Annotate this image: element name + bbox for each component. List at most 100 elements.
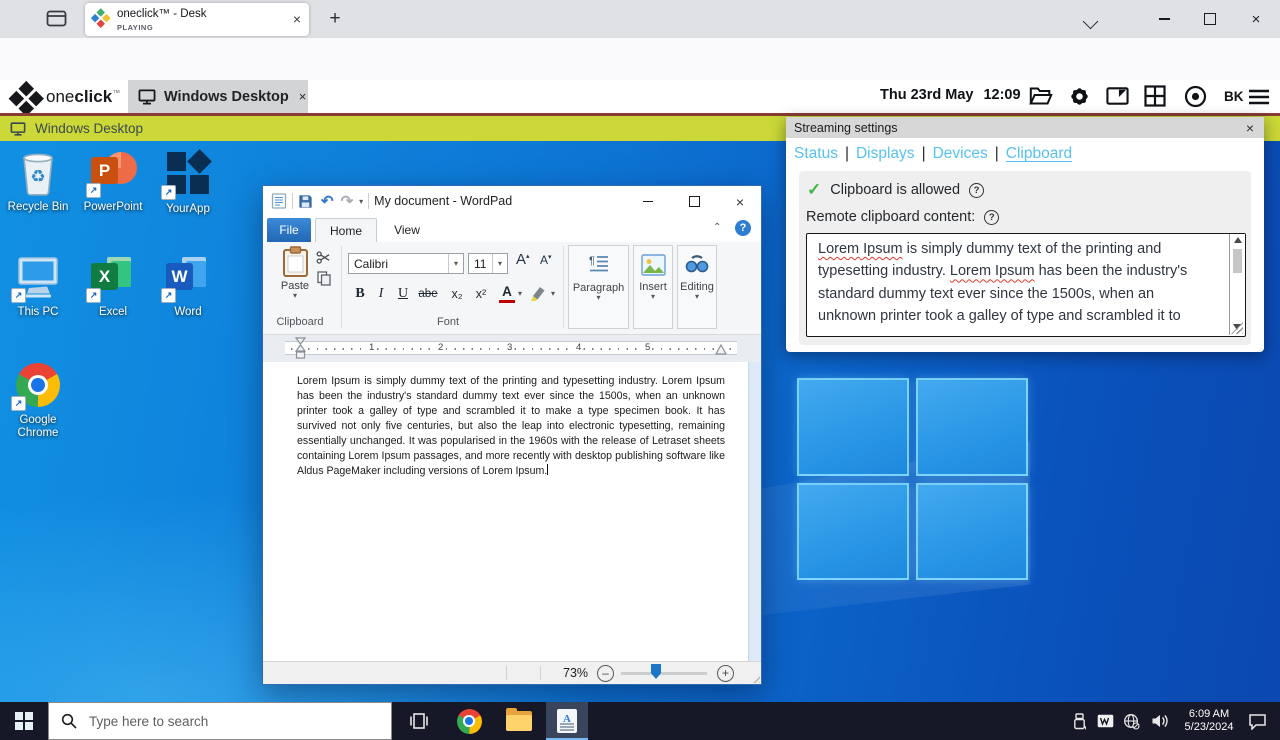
volume-icon[interactable] xyxy=(1146,702,1174,740)
grow-font-button[interactable]: A▴ xyxy=(516,251,530,268)
browser-tab[interactable]: oneclick™ - Desk PLAYING × xyxy=(85,3,309,36)
display-grid-button[interactable] xyxy=(1142,84,1168,108)
record-button[interactable] xyxy=(1182,84,1208,108)
wordpad-tab-file[interactable]: File xyxy=(267,218,311,242)
wordpad-resize-grip[interactable] xyxy=(751,674,760,683)
clock-date: 5/23/2024 xyxy=(1180,721,1238,734)
w-app-tray-icon[interactable] xyxy=(1092,702,1118,740)
ruler[interactable]: 12345 xyxy=(263,335,761,362)
zoom-slider-handle[interactable] xyxy=(651,664,661,679)
panel-header[interactable]: Streaming settings × xyxy=(786,117,1264,138)
highlight-caret[interactable]: ▾ xyxy=(548,283,558,305)
session-tab-close-icon[interactable]: × xyxy=(299,89,307,104)
window-minimize-button[interactable] xyxy=(1144,4,1184,34)
tab-separator: | xyxy=(995,145,999,163)
shrink-font-button[interactable]: A▾ xyxy=(540,253,552,267)
scroll-up-icon[interactable] xyxy=(1234,237,1242,243)
taskbar-chrome-icon[interactable] xyxy=(448,702,490,740)
taskbar-explorer-icon[interactable] xyxy=(498,702,540,740)
desktop-icon-chrome[interactable]: ↗ Google Chrome xyxy=(0,363,76,440)
strikethrough-button[interactable]: abe xyxy=(415,283,441,305)
zoom-out-button[interactable]: – xyxy=(597,665,614,682)
panel-tab-status[interactable]: Status xyxy=(794,145,838,163)
taskbar-clock[interactable]: 6:09 AM 5/23/2024 xyxy=(1180,708,1238,734)
wordpad-titlebar[interactable]: ↶ ↷ ▾ My document - WordPad × xyxy=(263,186,761,216)
wordpad-ribbon-tabs: File Home View ⌃ ? xyxy=(263,216,761,242)
wordpad-tab-view[interactable]: View xyxy=(379,218,435,242)
superscript-button[interactable]: x² xyxy=(471,283,491,305)
brand-one: one xyxy=(46,87,74,106)
panel-tab-displays[interactable]: Displays xyxy=(856,145,915,163)
font-color-caret[interactable]: ▾ xyxy=(515,283,525,305)
underline-button[interactable]: U xyxy=(395,283,411,305)
desktop-icon-this-pc[interactable]: ↗ This PC xyxy=(0,255,76,319)
desktop-icon-excel[interactable]: X ↗ Excel xyxy=(75,255,151,319)
tab-close-icon[interactable]: × xyxy=(293,10,301,28)
document-area[interactable]: Lorem Ipsum is simply dummy text of the … xyxy=(263,362,761,661)
remote-clipboard-label: Remote clipboard content: xyxy=(806,209,975,225)
task-view-button[interactable] xyxy=(398,702,440,740)
help-icon[interactable]: ? xyxy=(969,183,984,198)
bold-button[interactable]: B xyxy=(351,283,369,305)
wordpad-maximize-button[interactable] xyxy=(679,192,709,211)
taskbar-search[interactable]: Type here to search xyxy=(48,702,392,740)
undo-button[interactable]: ↶ xyxy=(321,192,334,210)
fullscreen-button[interactable] xyxy=(1104,84,1130,108)
panel-close-icon[interactable]: × xyxy=(1246,120,1254,136)
zoom-in-button[interactable]: + xyxy=(717,665,734,682)
wordpad-window[interactable]: ↶ ↷ ▾ My document - WordPad × File Home … xyxy=(262,185,762,685)
taskbar-wordpad-icon[interactable]: A xyxy=(546,702,588,740)
paragraph-button[interactable]: ¶ Paragraph ▾ xyxy=(568,245,629,329)
wordpad-close-button[interactable]: × xyxy=(725,192,755,211)
network-globe-icon[interactable] xyxy=(1118,702,1144,740)
ribbon-collapse-chevron[interactable]: ⌃ xyxy=(713,222,721,233)
highlight-button[interactable] xyxy=(529,285,547,302)
editing-button[interactable]: Editing ▾ xyxy=(677,245,717,329)
start-button[interactable] xyxy=(0,702,48,740)
font-name-select[interactable]: Calibri ▾ xyxy=(348,253,464,274)
indent-marker-right[interactable] xyxy=(715,344,727,355)
redo-button[interactable]: ↷ xyxy=(341,192,354,210)
window-maximize-button[interactable] xyxy=(1190,4,1230,34)
tab-overflow-chevron[interactable] xyxy=(1070,8,1110,38)
window-close-button[interactable]: × xyxy=(1236,4,1276,34)
font-color-button[interactable]: A xyxy=(499,283,515,303)
help-icon[interactable]: ? xyxy=(984,210,999,225)
document-scrollbar[interactable] xyxy=(748,362,761,661)
wordpad-help-button[interactable]: ? xyxy=(735,220,751,236)
desktop-icon-recycle-bin[interactable]: ♻ Recycle Bin xyxy=(0,150,76,214)
indent-marker-left[interactable] xyxy=(295,337,306,359)
settings-button[interactable] xyxy=(1066,84,1092,108)
subscript-button[interactable]: x₂ xyxy=(447,283,467,305)
panel-tab-devices[interactable]: Devices xyxy=(933,145,988,163)
zoom-slider-track[interactable] xyxy=(621,672,707,675)
save-button[interactable] xyxy=(298,194,313,209)
paste-button[interactable]: Paste ▾ xyxy=(275,246,315,300)
scroll-thumb[interactable] xyxy=(1233,249,1242,273)
tab-separator: | xyxy=(922,145,926,163)
desktop-icon-word[interactable]: W ↗ Word xyxy=(150,255,226,319)
oneclick-menu-button[interactable] xyxy=(1246,85,1272,109)
new-tab-button[interactable]: + xyxy=(322,6,348,32)
search-placeholder: Type here to search xyxy=(89,714,208,729)
wordpad-minimize-button[interactable] xyxy=(633,192,663,211)
session-tab[interactable]: Windows Desktop × xyxy=(128,80,308,113)
italic-button[interactable]: I xyxy=(373,283,389,305)
shortcut-arrow-icon: ↗ xyxy=(161,288,176,303)
action-center-icon[interactable] xyxy=(1240,702,1274,740)
font-size-select[interactable]: 11 ▾ xyxy=(468,253,508,274)
files-button[interactable] xyxy=(1028,84,1054,108)
quick-access-dropdown[interactable]: ▾ xyxy=(359,197,363,206)
wordpad-tab-home[interactable]: Home xyxy=(315,218,377,243)
copy-button[interactable] xyxy=(317,271,331,286)
user-initials[interactable]: BK xyxy=(1224,89,1244,104)
insert-button[interactable]: Insert ▾ xyxy=(633,245,673,329)
cut-button[interactable] xyxy=(316,250,331,265)
desktop-icon-powerpoint[interactable]: P ↗ PowerPoint xyxy=(75,150,151,214)
firefox-view-icon[interactable] xyxy=(46,9,67,28)
clipboard-textarea[interactable]: Lorem Ipsum is simply dummy text of the … xyxy=(806,233,1246,337)
textarea-scrollbar[interactable] xyxy=(1229,234,1245,335)
panel-tab-clipboard[interactable]: Clipboard xyxy=(1006,145,1072,163)
usb-device-icon[interactable] xyxy=(1066,702,1092,740)
desktop-icon-yourapp[interactable]: ↗ YourApp xyxy=(150,150,226,216)
